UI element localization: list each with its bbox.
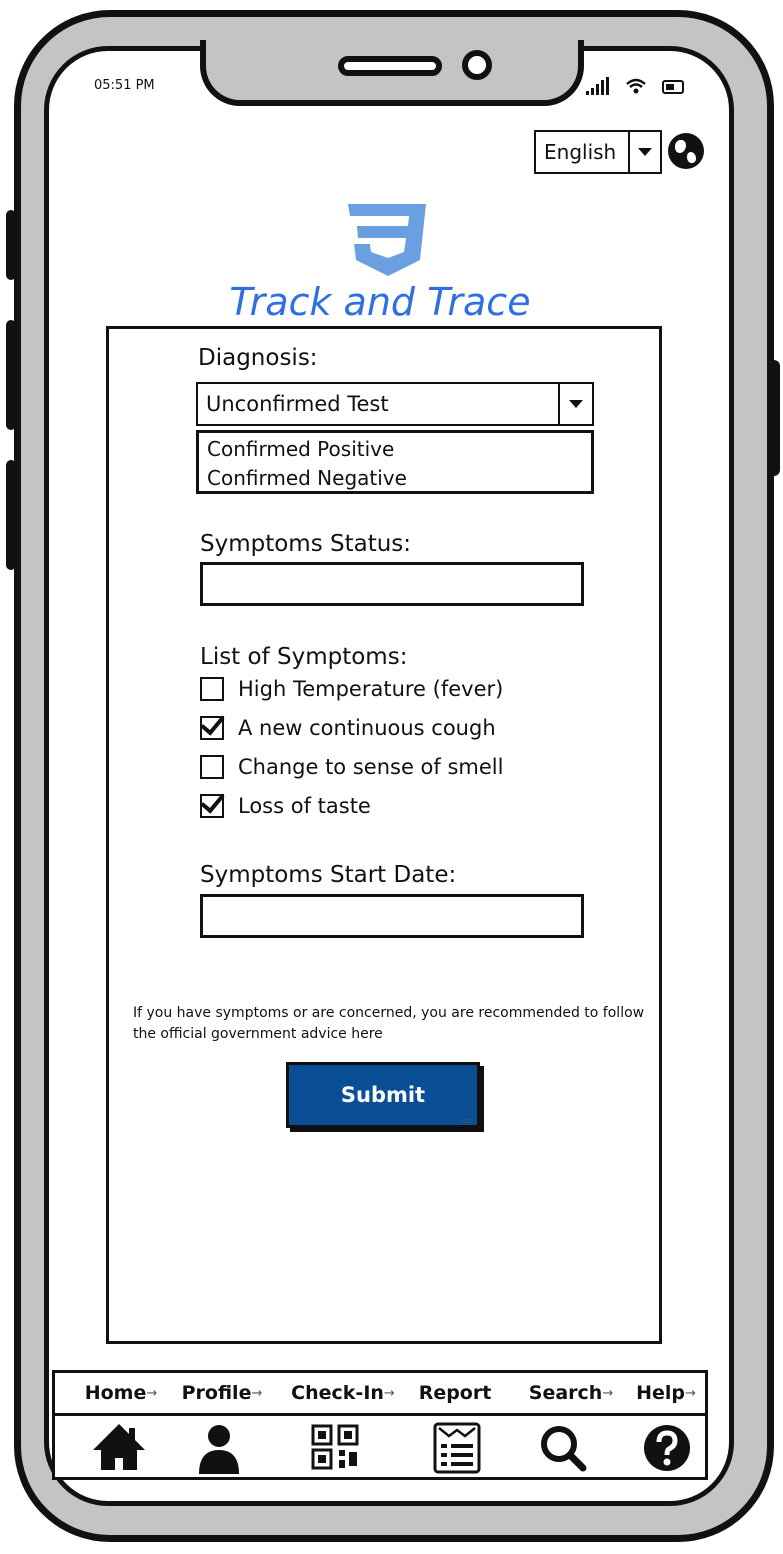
symptom-label: Change to sense of smell xyxy=(238,755,504,779)
help-icon[interactable] xyxy=(637,1422,697,1474)
profile-icon[interactable] xyxy=(189,1422,249,1474)
submit-button[interactable]: Submit xyxy=(286,1062,480,1128)
diagnosis-option[interactable]: Confirmed Negative xyxy=(207,464,583,493)
checkbox-checked[interactable] xyxy=(200,716,224,740)
app-logo-icon xyxy=(348,204,426,276)
phone-side-button xyxy=(6,460,16,570)
status-time: 05:51 PM xyxy=(94,78,155,93)
nav-link-search[interactable]: Search → xyxy=(521,1373,621,1413)
symptoms-list-label: List of Symptoms: xyxy=(200,644,408,670)
chevron-down-icon[interactable] xyxy=(628,132,660,172)
globe-icon[interactable] xyxy=(668,133,704,169)
diagnosis-select-value: Unconfirmed Test xyxy=(206,392,389,416)
link-arrow-icon: → xyxy=(602,1385,614,1401)
diagnosis-label: Diagnosis: xyxy=(198,345,318,371)
phone-side-button xyxy=(768,360,780,476)
checkbox[interactable] xyxy=(200,677,224,701)
speaker-icon xyxy=(338,56,442,76)
bottom-nav-labels: Home → Profile → Check-In → Report Search → … xyxy=(52,1370,708,1416)
home-icon[interactable] xyxy=(89,1422,149,1474)
search-icon[interactable] xyxy=(533,1422,593,1474)
start-date-input[interactable] xyxy=(200,894,584,938)
signal-icon xyxy=(586,77,609,95)
link-arrow-icon: → xyxy=(251,1385,263,1401)
language-select[interactable]: English xyxy=(534,130,662,174)
app-title: Track and Trace xyxy=(229,280,531,324)
nav-link-profile[interactable]: Profile → xyxy=(173,1373,271,1413)
bottom-nav-icons xyxy=(52,1416,708,1480)
nav-link-help[interactable]: Help → xyxy=(629,1373,703,1413)
symptom-checkbox-row[interactable]: A new continuous cough xyxy=(200,713,620,743)
wifi-icon xyxy=(626,78,647,94)
link-arrow-icon: → xyxy=(685,1385,696,1401)
phone-side-button xyxy=(6,210,16,280)
link-arrow-icon: ⇨ xyxy=(462,1114,473,1129)
nav-link-home[interactable]: Home → xyxy=(75,1373,167,1413)
phone-side-button xyxy=(6,320,16,430)
diagnosis-select[interactable]: Unconfirmed Test xyxy=(196,382,594,426)
symptom-label: Loss of taste xyxy=(238,794,371,818)
checkbox-checked[interactable] xyxy=(200,794,224,818)
report-icon[interactable] xyxy=(427,1422,487,1474)
camera-icon xyxy=(462,50,492,80)
start-date-label: Symptoms Start Date: xyxy=(200,862,457,888)
symptom-label: High Temperature (fever) xyxy=(238,677,504,701)
symptoms-checklist: High Temperature (fever) A new continuou… xyxy=(200,674,620,821)
nav-link-check-in[interactable]: Check-In → xyxy=(281,1373,405,1413)
advice-text: If you have symptoms or are concerned, y… xyxy=(133,1005,645,1042)
symptom-checkbox-row[interactable]: High Temperature (fever) xyxy=(200,674,620,704)
symptoms-status-label: Symptoms Status: xyxy=(200,531,412,557)
nav-link-report[interactable]: Report xyxy=(413,1373,497,1413)
link-arrow-icon: → xyxy=(146,1385,158,1401)
checkbox[interactable] xyxy=(200,755,224,779)
diagnosis-option[interactable]: Confirmed Positive xyxy=(207,435,583,464)
link-arrow-icon: → xyxy=(383,1385,395,1401)
symptom-checkbox-row[interactable]: Change to sense of smell xyxy=(200,752,620,782)
status-icons: ️ xyxy=(586,76,685,95)
symptoms-status-input[interactable] xyxy=(200,562,584,606)
chevron-down-icon[interactable] xyxy=(558,384,592,424)
qr-code-icon[interactable] xyxy=(305,1422,365,1474)
submit-button-label: Submit xyxy=(340,1083,426,1107)
language-select-value: English xyxy=(544,140,617,164)
symptom-label: A new continuous cough xyxy=(238,716,496,740)
symptom-checkbox-row[interactable]: Loss of taste xyxy=(200,791,620,821)
diagnosis-options-list: Confirmed Positive Confirmed Negative xyxy=(196,430,594,494)
battery-icon xyxy=(662,79,685,94)
